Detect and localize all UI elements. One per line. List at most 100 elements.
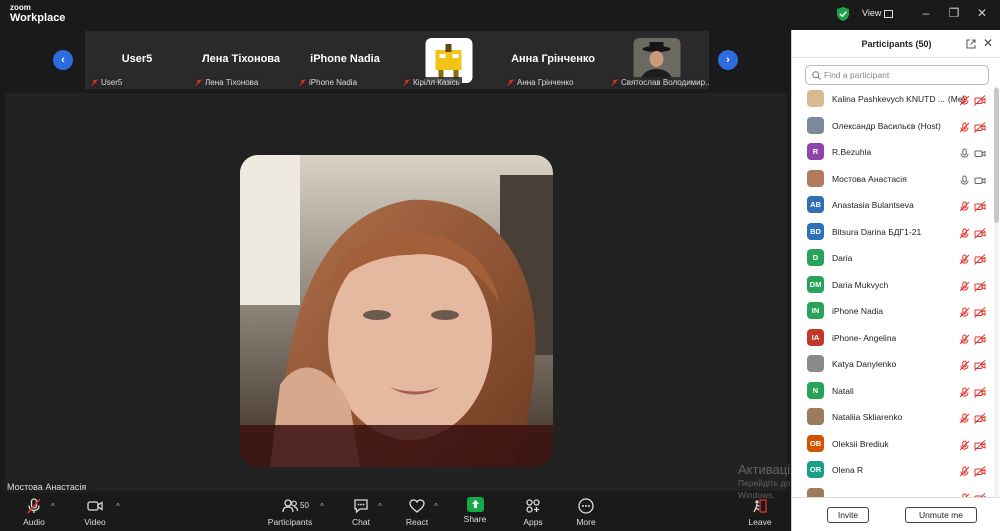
participant-row[interactable]: D Daria [792, 245, 995, 271]
close-panel-icon[interactable]: ✕ [983, 36, 993, 50]
video-tile[interactable]: Анна Грінченко Анна Грінченко [501, 31, 605, 89]
participant-name-text: Bitsura Darina БДГ1-21 [832, 226, 922, 237]
scrollbar-thumb[interactable] [994, 88, 999, 223]
participant-row[interactable]: BD Bitsura Darina БДГ1-21 [792, 219, 995, 245]
avatar [807, 487, 824, 497]
video-tile[interactable]: Кірілл Казісь [397, 31, 501, 89]
participant-video-status[interactable] [974, 252, 986, 270]
restore-icon[interactable]: ❐ [946, 6, 962, 20]
minimize-icon[interactable]: – [918, 6, 934, 20]
pop-out-icon[interactable] [966, 39, 976, 49]
participant-video-status[interactable] [974, 146, 986, 164]
participant-video-status[interactable] [974, 305, 986, 323]
video-off-icon [974, 280, 986, 292]
participant-video-status[interactable] [974, 358, 986, 376]
participant-name-text: Anastasia Bulantseva [832, 200, 914, 210]
participant-mic-status[interactable] [959, 305, 970, 323]
video-tile[interactable]: Лена Тіхонова Лена Тіхонова [189, 31, 293, 89]
audio-label: Audio [23, 517, 45, 527]
tile-caption: Святослав Володимир... [609, 77, 709, 88]
video-tile[interactable]: Святослав Володимир... [605, 31, 709, 89]
participants-label: Participants [267, 517, 313, 527]
view-grid-icon[interactable] [884, 10, 893, 18]
tile-caption-text: Святослав Володимир... [621, 78, 709, 87]
avatar [807, 169, 824, 187]
participant-mic-status[interactable] [959, 226, 970, 244]
participant-search-input[interactable] [824, 68, 984, 82]
participant-row[interactable]: R R.Bezuhla [792, 139, 995, 165]
participant-row[interactable]: IA iPhone- Angelina [792, 325, 995, 351]
avatar [807, 90, 824, 107]
invite-button[interactable]: Invite [827, 507, 869, 523]
participant-video-status[interactable] [974, 93, 986, 111]
participant-mic-status[interactable] [959, 411, 970, 429]
participant-mic-status[interactable] [959, 173, 970, 191]
participant-video-status[interactable] [974, 438, 986, 456]
avatar: AB [807, 196, 824, 213]
participant-mic-status[interactable] [959, 120, 970, 138]
participant-video-status[interactable] [974, 411, 986, 429]
video-tile[interactable]: iPhone Nadia iPhone Nadia [293, 31, 397, 89]
unmute-me-button[interactable]: Unmute me [905, 507, 977, 523]
participant-row[interactable]: Nataliia Skliarenko [792, 404, 995, 430]
participant-name-text: Олександр Васильєв (Host) [832, 120, 941, 131]
close-window-icon[interactable]: ✕ [974, 6, 990, 20]
chat-options-caret[interactable]: ^ [378, 502, 382, 511]
participant-mic-status[interactable] [959, 146, 970, 164]
strip-prev-button[interactable]: ‹ [53, 50, 73, 70]
participant-mic-status[interactable] [959, 279, 970, 297]
participant-video-status[interactable] [974, 199, 986, 217]
participant-video-status[interactable] [974, 385, 986, 403]
shield-check-icon[interactable] [837, 7, 849, 21]
participant-video-status[interactable] [974, 332, 986, 350]
participant-row[interactable]: N Natali [792, 378, 995, 404]
participant-row[interactable]: Kalina Pashkevych KNUTD ... (Me) [792, 86, 995, 112]
participant-row[interactable]: Олександр Васильєв (Host) [792, 113, 995, 139]
video-tile[interactable]: User5 User5 [85, 31, 189, 89]
strip-next-button[interactable]: › [718, 50, 738, 70]
video-options-caret[interactable]: ^ [116, 502, 120, 511]
active-speaker-video[interactable] [240, 155, 553, 467]
view-button[interactable]: View [862, 8, 881, 18]
participant-row[interactable]: Katya Danylenko [792, 351, 995, 377]
participant-video-status[interactable] [974, 279, 986, 297]
participant-mic-status[interactable] [959, 93, 970, 111]
video-button[interactable]: Video [67, 497, 123, 527]
audio-options-caret[interactable]: ^ [51, 502, 55, 511]
participant-video-status[interactable] [974, 464, 986, 482]
participant-row[interactable] [792, 484, 995, 497]
participants-scrollbar[interactable] [994, 86, 999, 497]
participant-video-status[interactable] [974, 120, 986, 138]
more-dots-icon [578, 498, 594, 514]
participant-video-status[interactable] [974, 226, 986, 244]
video-camera-icon [974, 177, 986, 184]
participant-name: Natali [832, 386, 854, 396]
participant-row[interactable]: OB Oleksii Brediuk [792, 431, 995, 457]
participant-row[interactable]: AB Anastasia Bulantseva [792, 192, 995, 218]
participants-button[interactable]: Participants [262, 497, 318, 527]
participants-options-caret[interactable]: ^ [320, 502, 324, 511]
participant-row[interactable]: OR Olena R [792, 457, 995, 483]
participant-row[interactable]: Мостова Анастасія [792, 166, 995, 192]
participant-mic-status[interactable] [959, 199, 970, 217]
panel-header: Participants (50) ✕ [792, 30, 1000, 58]
share-button[interactable]: Share [447, 497, 503, 524]
apps-button[interactable]: Apps [505, 497, 561, 527]
participant-mic-status[interactable] [959, 385, 970, 403]
participant-video-status[interactable] [974, 173, 986, 191]
participants-icon [282, 499, 299, 513]
participant-mic-status[interactable] [959, 332, 970, 350]
mic-icon [960, 148, 969, 158]
participant-row[interactable]: IN iPhone Nadia [792, 298, 995, 324]
more-button[interactable]: More [558, 497, 614, 527]
participant-mic-status[interactable] [959, 252, 970, 270]
react-options-caret[interactable]: ^ [434, 502, 438, 511]
participant-mic-status[interactable] [959, 464, 970, 482]
avatar [807, 116, 824, 134]
participant-mic-status[interactable] [959, 358, 970, 376]
leave-button[interactable]: Leave [732, 497, 788, 527]
participant-row[interactable]: DM Daria Mukvych [792, 272, 995, 298]
tile-caption: iPhone Nadia [297, 77, 360, 88]
participant-mic-status[interactable] [959, 438, 970, 456]
participant-search[interactable] [805, 65, 989, 85]
